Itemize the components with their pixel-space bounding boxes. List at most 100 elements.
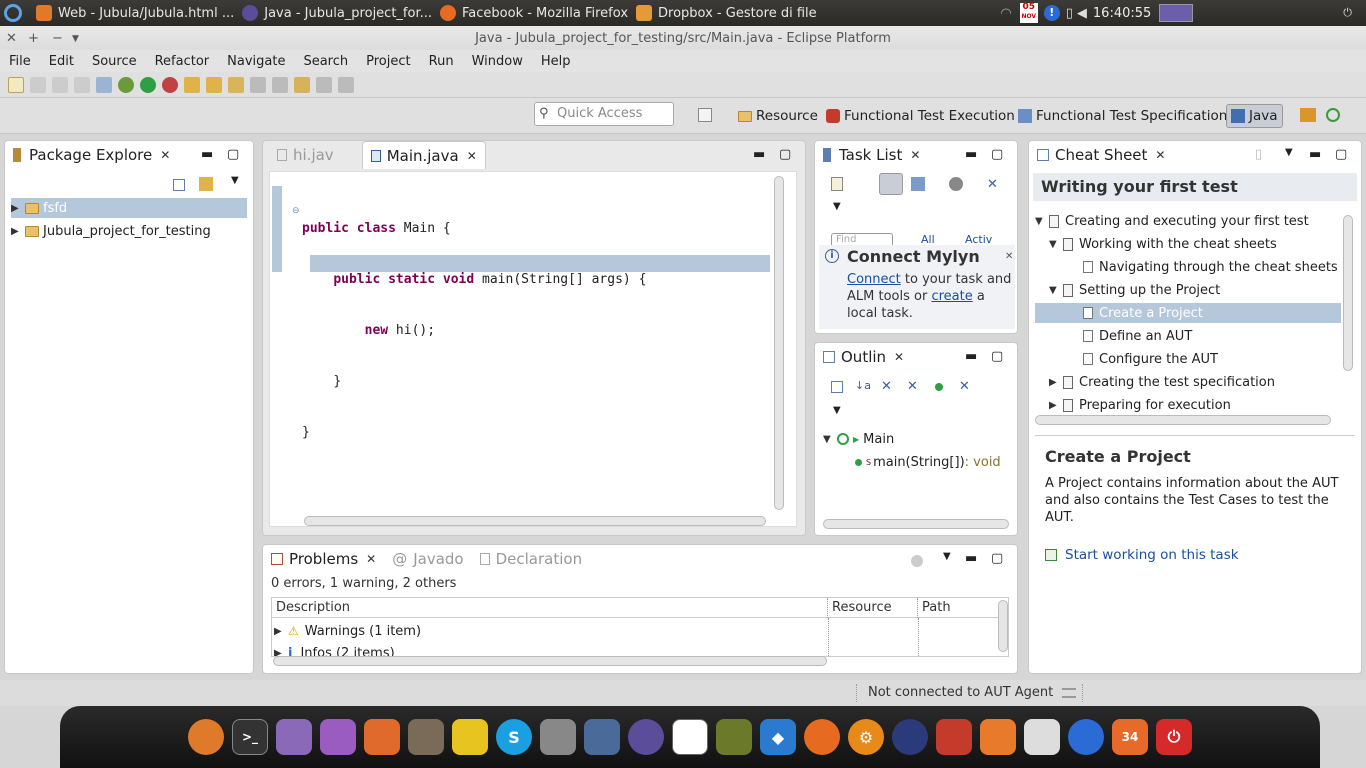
tab-cheat-sheet[interactable]: Cheat Sheet ✕ xyxy=(1029,141,1173,169)
skip-breakpoints-icon[interactable] xyxy=(96,76,112,93)
cheat-item-preparing[interactable]: ▶ Preparing for execution xyxy=(1049,395,1231,415)
close-window-icon[interactable]: ✕ xyxy=(6,26,17,52)
cheat-item-creating-executing[interactable]: ▼ Creating and executing your first test xyxy=(1035,211,1309,231)
fold-icon[interactable]: ⊖ xyxy=(292,206,300,216)
firefox-dock-icon[interactable] xyxy=(804,719,840,755)
create-link[interactable]: create xyxy=(931,289,972,304)
calculator-icon[interactable] xyxy=(540,719,576,755)
tab-main-java[interactable]: Main.java ✕ xyxy=(361,141,486,169)
pin-editor-icon[interactable] xyxy=(338,76,354,93)
ubuntu-logo-icon[interactable] xyxy=(4,4,22,22)
maximize-view-icon[interactable]: ▢ xyxy=(991,551,1003,566)
expand-icon[interactable]: ▶ xyxy=(11,226,25,237)
minimize-view-icon[interactable]: ▬ xyxy=(1309,147,1321,162)
perspective-resource[interactable]: Resource xyxy=(738,106,818,126)
perspective-functional-test-specification[interactable]: Functional Test Specification xyxy=(1018,106,1227,126)
back-icon[interactable] xyxy=(294,76,310,93)
volume-icon[interactable]: ◀ xyxy=(1077,6,1087,21)
forward-icon[interactable] xyxy=(316,76,332,93)
scheduled-icon[interactable] xyxy=(911,177,925,191)
editor-horizontal-scrollbar[interactable] xyxy=(304,516,766,526)
skype-icon[interactable]: S xyxy=(496,719,532,755)
cheat-item-setting-up[interactable]: ▼ Setting up the Project xyxy=(1049,280,1220,300)
start-task-link[interactable]: Start working on this task xyxy=(1045,547,1239,563)
tab-declaration[interactable]: Declaration xyxy=(472,545,590,573)
close-icon[interactable]: ✕ xyxy=(894,350,904,364)
view-menu-icon[interactable]: ▼ xyxy=(1285,147,1293,158)
document-viewer-icon[interactable] xyxy=(672,719,708,755)
tab-javadoc[interactable]: @ Javado xyxy=(384,545,471,573)
menu-project[interactable]: Project xyxy=(357,54,419,69)
column-resource[interactable]: Resource xyxy=(828,598,918,618)
code-editor[interactable]: ⊖ public class Main { public static void… xyxy=(269,171,797,527)
view-menu-icon[interactable]: ▼ xyxy=(833,201,841,212)
home-folder-icon[interactable] xyxy=(980,719,1016,755)
clock[interactable]: 16:40:55 xyxy=(1093,6,1151,21)
battery-icon[interactable]: ▯ xyxy=(1066,6,1073,21)
system-tools-icon[interactable] xyxy=(276,719,312,755)
perspective-java[interactable]: Java xyxy=(1226,104,1283,128)
collapse-icon[interactable]: ✕ xyxy=(987,177,1001,192)
save-icon[interactable] xyxy=(30,76,46,93)
expand-icon[interactable]: ▶ xyxy=(274,626,288,637)
jubula-dock-icon[interactable] xyxy=(936,719,972,755)
taskbar-item-firefox[interactable]: Facebook - Mozilla Firefox xyxy=(436,0,632,26)
gimp-icon[interactable] xyxy=(408,719,444,755)
perspective-functional-test-execution[interactable]: Functional Test Execution xyxy=(826,106,1015,126)
close-icon[interactable]: ✕ xyxy=(467,149,477,163)
power-icon[interactable]: ⏻ xyxy=(1343,6,1352,20)
minimize-view-icon[interactable]: ▬ xyxy=(201,147,213,162)
cheat-sheet-vertical-scrollbar[interactable] xyxy=(1343,215,1353,371)
all-link[interactable]: All xyxy=(921,233,935,245)
menu-navigate[interactable]: Navigate xyxy=(218,54,294,69)
close-icon[interactable]: ✕ xyxy=(910,148,920,162)
cheat-item-define-aut[interactable]: Define an AUT xyxy=(1083,326,1192,346)
cheat-sheet-horizontal-scrollbar[interactable] xyxy=(1035,415,1331,425)
maximize-view-icon[interactable]: ▢ xyxy=(227,147,239,162)
menu-search[interactable]: Search xyxy=(294,54,357,69)
cheat-item-create-project[interactable]: Create a Project xyxy=(1035,303,1341,323)
user-status-icon[interactable] xyxy=(1159,4,1194,22)
owl-icon[interactable] xyxy=(584,719,620,755)
collapse-icon[interactable]: ▼ xyxy=(823,434,837,445)
connect-link[interactable]: Connect xyxy=(847,272,901,287)
close-icon[interactable]: ✕ xyxy=(1155,148,1165,162)
table-row-infos[interactable]: ▶ i Infos (2 items) xyxy=(274,643,395,657)
focus-icon[interactable] xyxy=(911,555,923,567)
maximize-window-icon[interactable]: + xyxy=(28,26,39,52)
maximize-view-icon[interactable]: ▢ xyxy=(1335,147,1347,162)
settings-icon[interactable]: ⚙ xyxy=(848,719,884,755)
collapse-icon[interactable]: ▼ xyxy=(1049,239,1063,250)
taskbar-item-web[interactable]: Web - Jubula/Jubula.html ... xyxy=(32,0,238,26)
minimize-view-icon[interactable]: ▬ xyxy=(753,147,765,162)
cheat-item-configure-aut[interactable]: Configure the AUT xyxy=(1083,349,1218,369)
cheat-sheet-toolbar-icon[interactable]: ▯ xyxy=(1255,147,1262,162)
problems-vertical-scrollbar[interactable] xyxy=(998,600,1008,652)
sort-icon[interactable]: ↓a xyxy=(855,379,871,392)
eclipse2-dock-icon[interactable] xyxy=(892,719,928,755)
cheat-item-test-spec[interactable]: ▶ Creating the test specification xyxy=(1049,372,1275,392)
software-center-icon[interactable] xyxy=(364,719,400,755)
menu-refactor[interactable]: Refactor xyxy=(146,54,219,69)
outline-class-main[interactable]: ▼ ▶ Main xyxy=(823,429,894,449)
collapse-all-icon[interactable] xyxy=(173,179,185,191)
eclipse-dock-icon[interactable] xyxy=(628,719,664,755)
maximize-view-icon[interactable]: ▢ xyxy=(779,147,791,162)
categorized-icon[interactable] xyxy=(879,173,903,195)
tab-hi-java[interactable]: hi.jav xyxy=(269,141,342,169)
tab-problems[interactable]: Problems ✕ xyxy=(263,545,385,573)
prev-annotation-icon[interactable] xyxy=(272,76,288,93)
link-editor-icon[interactable] xyxy=(199,177,213,191)
new-task-icon[interactable] xyxy=(831,177,843,191)
dropbox-icon[interactable]: ◆ xyxy=(760,719,796,755)
run-icon[interactable] xyxy=(140,76,156,93)
print-icon[interactable] xyxy=(74,76,90,93)
next-annotation-icon[interactable] xyxy=(250,76,266,93)
expand-icon[interactable]: ▶ xyxy=(1049,377,1063,388)
close-icon[interactable]: ✕ xyxy=(366,552,376,566)
hide-fields-icon[interactable]: ✕ xyxy=(881,379,895,394)
table-row-warnings[interactable]: ▶ ⚠ Warnings (1 item) xyxy=(274,621,421,641)
minimize-view-icon[interactable]: ▬ xyxy=(965,349,977,364)
photo-icon[interactable] xyxy=(716,719,752,755)
cheat-item-working-with[interactable]: ▼ Working with the cheat sheets xyxy=(1049,234,1277,254)
